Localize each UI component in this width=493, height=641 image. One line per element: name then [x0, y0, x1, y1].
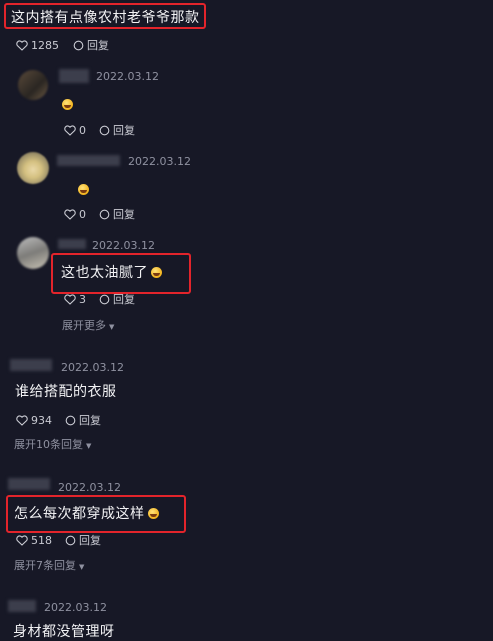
like-button[interactable]: 3	[64, 293, 86, 306]
laugh-emoji-icon	[147, 508, 159, 519]
reply-label: 回复	[79, 534, 101, 547]
reply-date: 2022.03.12	[96, 70, 159, 83]
reply-button[interactable]: 回复	[99, 122, 135, 138]
heart-icon	[64, 293, 76, 305]
reply-label: 回复	[113, 208, 135, 221]
like-button[interactable]: 1285	[16, 39, 59, 52]
like-button[interactable]: 0	[64, 124, 86, 137]
reply-date: 2022.03.12	[128, 155, 191, 168]
expand-more-label: 展开更多	[62, 319, 106, 332]
like-count: 3	[79, 292, 86, 306]
like-count: 934	[31, 413, 52, 427]
like-count: 1285	[31, 38, 59, 52]
top-comment-actions: 1285 回复	[16, 37, 109, 53]
comment-icon	[99, 125, 110, 135]
username-blurred	[58, 239, 86, 249]
chevron-down-icon: ▼	[109, 323, 115, 331]
username-blurred	[8, 600, 36, 612]
like-button[interactable]: 518	[16, 534, 52, 547]
expand-replies-button[interactable]: 展开7条回复 ▼	[14, 557, 84, 573]
heart-icon	[16, 534, 28, 546]
comment-icon	[99, 294, 110, 304]
expand-replies-label: 展开10条回复	[14, 438, 83, 451]
reply-button[interactable]: 回复	[99, 206, 135, 222]
chevron-down-icon: ▼	[79, 563, 85, 571]
comment-text: 怎么每次都穿成这样	[14, 503, 159, 523]
reply-label: 回复	[79, 414, 101, 427]
comment-date: 2022.03.12	[58, 481, 121, 494]
comment-icon	[99, 209, 110, 219]
reply-label: 回复	[113, 124, 135, 137]
laugh-emoji-icon	[151, 267, 162, 278]
heart-icon	[16, 39, 28, 51]
expand-more-button[interactable]: 展开更多 ▼	[62, 317, 114, 333]
avatar[interactable]	[17, 152, 49, 184]
reply-actions: 0 回复	[64, 206, 135, 222]
comment-actions: 518 回复	[16, 532, 101, 548]
reply-text: 这也太油腻了	[61, 262, 162, 282]
like-button[interactable]: 934	[16, 414, 52, 427]
comment-text: 谁给搭配的衣服	[15, 384, 117, 400]
username-blurred	[10, 359, 52, 371]
reply-button[interactable]: 回复	[65, 412, 101, 428]
reply-label: 回复	[87, 39, 109, 52]
top-comment-text: 这内搭有点像农村老爷爷那款	[11, 10, 200, 26]
comment-text: 身材都没管理呀	[13, 624, 115, 640]
reply-actions: 0 回复	[64, 122, 135, 138]
comment-icon	[73, 40, 84, 50]
like-count: 0	[79, 123, 86, 137]
reply-label: 回复	[113, 293, 135, 306]
username-blurred	[57, 155, 120, 166]
like-count: 0	[79, 207, 86, 221]
comment-actions: 934 回复	[16, 412, 101, 428]
avatar[interactable]	[18, 70, 48, 100]
heart-icon	[64, 208, 76, 220]
reply-button[interactable]: 回复	[99, 291, 135, 307]
reply-button[interactable]: 回复	[65, 532, 101, 548]
username-blurred	[59, 69, 89, 83]
username-blurred	[8, 478, 50, 490]
comment-text-content: 怎么每次都穿成这样	[14, 506, 145, 522]
avatar[interactable]	[17, 237, 49, 269]
comment-icon	[65, 535, 76, 545]
reply-button[interactable]: 回复	[73, 37, 109, 53]
expand-replies-label: 展开7条回复	[14, 559, 76, 572]
laugh-emoji-icon	[78, 184, 90, 195]
reply-actions: 3 回复	[64, 291, 135, 307]
comment-icon	[65, 415, 76, 425]
laugh-emoji-icon	[62, 99, 73, 110]
comment-date: 2022.03.12	[61, 361, 124, 374]
expand-replies-button[interactable]: 展开10条回复 ▼	[14, 436, 91, 452]
heart-icon	[16, 414, 28, 426]
reply-date: 2022.03.12	[92, 239, 155, 252]
heart-icon	[64, 124, 76, 136]
reply-text-content: 这也太油腻了	[61, 265, 148, 281]
like-button[interactable]: 0	[64, 208, 86, 221]
like-count: 518	[31, 533, 52, 547]
comment-date: 2022.03.12	[44, 601, 107, 614]
chevron-down-icon: ▼	[86, 442, 92, 450]
